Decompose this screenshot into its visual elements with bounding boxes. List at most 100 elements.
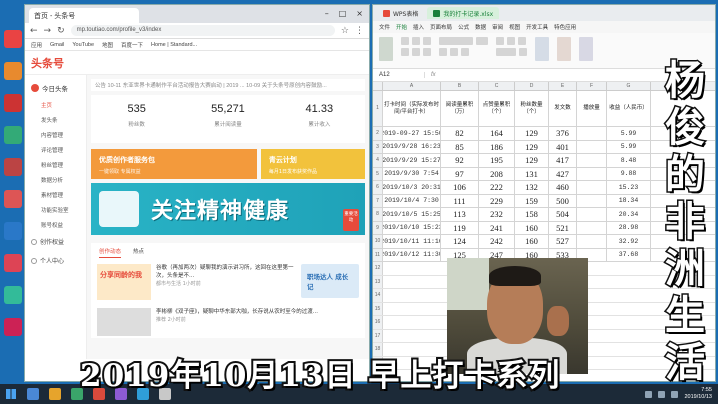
cell-income[interactable]: 8.48 bbox=[607, 154, 651, 167]
network-icon[interactable] bbox=[645, 390, 653, 398]
bold-icon[interactable] bbox=[401, 48, 409, 56]
cell-reads[interactable]: 111 bbox=[441, 194, 479, 207]
tab-hot[interactable]: 热点 bbox=[133, 247, 144, 258]
input-method-icon[interactable] bbox=[671, 390, 679, 398]
menu-formulas[interactable]: 公式 bbox=[458, 23, 469, 31]
desktop-app-icon[interactable] bbox=[4, 158, 22, 176]
align-right-icon[interactable] bbox=[518, 37, 526, 45]
desktop-app-icon[interactable] bbox=[4, 62, 22, 80]
border-icon[interactable] bbox=[439, 48, 447, 56]
wps-home-tab[interactable]: WPS表格 bbox=[377, 7, 424, 19]
back-icon[interactable]: ← bbox=[30, 26, 38, 36]
sidebar-item-rights[interactable]: 账号权益 bbox=[25, 217, 86, 232]
row-number[interactable]: 11 bbox=[373, 248, 383, 261]
header-cell[interactable]: 粉丝数量（个） bbox=[515, 91, 549, 126]
header-cell[interactable]: 打卡时间（实际发布时间/平台打卡） bbox=[383, 91, 441, 126]
row-number[interactable]: 13 bbox=[373, 275, 383, 288]
cell-fans[interactable]: 160 bbox=[515, 221, 549, 234]
cell-likes[interactable]: 186 bbox=[479, 140, 515, 153]
desktop-app-icon[interactable] bbox=[4, 190, 22, 208]
copy-icon[interactable] bbox=[412, 37, 420, 45]
cell-income[interactable]: 5.99 bbox=[607, 140, 651, 153]
row-number[interactable]: 8 bbox=[373, 208, 383, 221]
row-number[interactable]: 14 bbox=[373, 289, 383, 302]
reload-icon[interactable]: ↻ bbox=[57, 26, 65, 36]
menu-developer[interactable]: 开发工具 bbox=[526, 23, 548, 31]
stat-fans[interactable]: 535 粉丝数 bbox=[91, 95, 182, 143]
row-number[interactable]: 17 bbox=[373, 329, 383, 342]
cell-income[interactable]: 5.99 bbox=[607, 127, 651, 140]
cell-plays[interactable] bbox=[577, 208, 607, 221]
cell-time[interactable]: 2019/10/12 11:30 bbox=[383, 248, 441, 261]
sidebar-section-profile[interactable]: 个人中心 bbox=[25, 251, 86, 270]
sidebar-item-lab[interactable]: 功能实验室 bbox=[25, 202, 86, 217]
cell-fans[interactable]: 159 bbox=[515, 194, 549, 207]
browser-tab[interactable]: 首页 - 头条号 bbox=[29, 8, 139, 23]
header-cell[interactable]: 收益（人民币） bbox=[607, 91, 651, 126]
row-number[interactable]: 2 bbox=[373, 127, 383, 140]
row-number[interactable]: 6 bbox=[373, 181, 383, 194]
sum-icon[interactable] bbox=[579, 37, 593, 61]
cell-income[interactable]: 18.34 bbox=[607, 194, 651, 207]
cell-likes[interactable]: 164 bbox=[479, 127, 515, 140]
menu-page-layout[interactable]: 页面布局 bbox=[430, 23, 452, 31]
header-cell[interactable]: 点赞量累积（个） bbox=[479, 91, 515, 126]
desktop-app-icon[interactable] bbox=[4, 286, 22, 304]
cell-plays[interactable] bbox=[577, 181, 607, 194]
cell-reads[interactable]: 82 bbox=[441, 127, 479, 140]
column-header[interactable]: B bbox=[441, 82, 479, 90]
cell-plays[interactable] bbox=[577, 127, 607, 140]
star-icon[interactable]: ☆ bbox=[341, 26, 349, 36]
cell-posts[interactable]: 521 bbox=[549, 221, 577, 234]
desktop-app-icon[interactable] bbox=[4, 222, 22, 240]
row-number[interactable]: 3 bbox=[373, 140, 383, 153]
start-button[interactable] bbox=[0, 384, 22, 404]
cell-income[interactable]: 32.92 bbox=[607, 235, 651, 248]
cell-fans[interactable]: 129 bbox=[515, 140, 549, 153]
font-size-dropdown[interactable] bbox=[476, 37, 488, 45]
paste-icon[interactable] bbox=[379, 37, 393, 61]
desktop-app-icon[interactable] bbox=[4, 126, 22, 144]
menu-insert[interactable]: 插入 bbox=[413, 23, 424, 31]
cell-reads[interactable]: 119 bbox=[441, 221, 479, 234]
cell-income[interactable]: 20.34 bbox=[607, 208, 651, 221]
bookmark-item[interactable]: Gmail bbox=[50, 42, 64, 48]
cell-income[interactable]: 9.88 bbox=[607, 167, 651, 180]
cell-posts[interactable]: 417 bbox=[549, 154, 577, 167]
font-name-dropdown[interactable] bbox=[439, 37, 473, 45]
maximize-icon[interactable]: □ bbox=[339, 9, 347, 18]
desktop-app-icon[interactable] bbox=[4, 30, 22, 48]
cell-likes[interactable]: 242 bbox=[479, 235, 515, 248]
cell-time[interactable]: 2019-09-27 15:50 bbox=[383, 127, 441, 140]
sidebar-item-home[interactable]: 主页 bbox=[25, 97, 86, 112]
menu-home[interactable]: 开始 bbox=[396, 23, 407, 31]
cell-plays[interactable] bbox=[577, 221, 607, 234]
bookmark-item[interactable]: 应用 bbox=[31, 41, 42, 49]
sidebar-item-analytics[interactable]: 数据分析 bbox=[25, 172, 86, 187]
cell-reads[interactable]: 97 bbox=[441, 167, 479, 180]
bookmark-item[interactable]: 百度一下 bbox=[121, 41, 143, 49]
desktop-app-icon[interactable] bbox=[4, 254, 22, 272]
feed-item[interactable]: 分享同龄的我 谷歌（再加两次）疑聊我的演示讲习所，这回在这里第一次，头条是不..… bbox=[91, 260, 365, 304]
underline-icon[interactable] bbox=[423, 48, 431, 56]
column-header[interactable]: F bbox=[577, 82, 607, 90]
row-number[interactable]: 5 bbox=[373, 167, 383, 180]
italic-icon[interactable] bbox=[412, 48, 420, 56]
cell-likes[interactable]: 222 bbox=[479, 181, 515, 194]
row-number[interactable]: 4 bbox=[373, 154, 383, 167]
desktop-app-icon[interactable] bbox=[4, 318, 22, 336]
creator-service-banner[interactable]: 优质创作者服务包 一键领取 专属权益 bbox=[91, 149, 257, 179]
volume-icon[interactable] bbox=[658, 390, 666, 398]
cell-plays[interactable] bbox=[577, 194, 607, 207]
menu-data[interactable]: 数据 bbox=[475, 23, 486, 31]
cell-fans[interactable]: 132 bbox=[515, 181, 549, 194]
cell-likes[interactable]: 241 bbox=[479, 221, 515, 234]
cell-plays[interactable] bbox=[577, 167, 607, 180]
cell-reads[interactable]: 124 bbox=[441, 235, 479, 248]
tab-creation-updates[interactable]: 创作动态 bbox=[99, 247, 122, 258]
cell-posts[interactable]: 376 bbox=[549, 127, 577, 140]
cell-fans[interactable]: 129 bbox=[515, 154, 549, 167]
cell-reads[interactable]: 85 bbox=[441, 140, 479, 153]
qingyun-plan-banner[interactable]: 青云计划 每月1日发布获奖作品 bbox=[260, 149, 365, 179]
mental-health-banner[interactable]: 关注精神健康 重要活动 bbox=[91, 183, 365, 235]
